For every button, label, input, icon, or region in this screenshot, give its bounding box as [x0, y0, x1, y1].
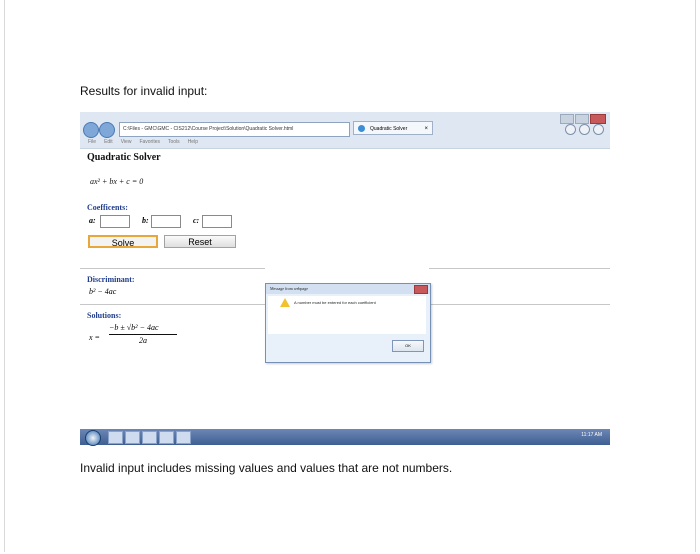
home-icon[interactable]: [565, 124, 576, 135]
solve-button[interactable]: Solve: [88, 235, 158, 248]
divider: [80, 268, 265, 269]
message-dialog: Message from webpage A number must be en…: [265, 283, 431, 363]
solution-denominator: 2a: [139, 336, 147, 345]
c-label: c:: [193, 216, 200, 225]
b-label: b:: [142, 216, 149, 225]
taskbar-media-icon[interactable]: [176, 431, 191, 444]
browser-chrome: C:\Files - GMC\GMC - CIS212\Course Proje…: [80, 112, 610, 149]
back-icon[interactable]: [83, 122, 99, 138]
menu-item-help[interactable]: Help: [188, 139, 198, 145]
menu-item-file[interactable]: File: [88, 139, 96, 145]
system-clock: 11:17 AM: [581, 432, 602, 438]
menu-item-edit[interactable]: Edit: [104, 139, 113, 145]
taskbar: 11:17 AM: [80, 429, 610, 446]
app-title: Quadratic Solver: [87, 152, 161, 163]
quadratic-formula: ax² + bx + c = 0: [90, 177, 144, 186]
favorites-icon[interactable]: [579, 124, 590, 135]
coefficient-inputs: a: b: c:: [89, 215, 249, 228]
page-heading: Results for invalid input:: [80, 84, 208, 98]
toolbar-icons: [565, 124, 604, 135]
discriminant-heading: Discriminant:: [87, 275, 135, 284]
solution-lhs: x =: [89, 333, 100, 342]
reset-button[interactable]: Reset: [164, 235, 236, 248]
solution-formula: x = −b ± √b² − 4ac 2a: [89, 323, 189, 353]
tab-close-icon[interactable]: ×: [424, 122, 428, 136]
dialog-message: A number must be entered for each coeffi…: [294, 300, 376, 305]
dialog-close-icon[interactable]: [414, 285, 428, 294]
menu-bar: File Edit View Favorites Tools Help: [88, 139, 198, 145]
settings-gear-icon[interactable]: [593, 124, 604, 135]
solution-numerator: −b ± √b² − 4ac: [109, 323, 159, 332]
page-content: Quadratic Solver ax² + bx + c = 0 Coeffi…: [80, 149, 610, 429]
c-input[interactable]: [202, 215, 232, 228]
taskbar-explorer-icon[interactable]: [108, 431, 123, 444]
address-bar[interactable]: C:\Files - GMC\GMC - CIS212\Course Proje…: [119, 122, 350, 137]
menu-item-tools[interactable]: Tools: [168, 139, 180, 145]
divider: [429, 268, 610, 269]
start-button-icon[interactable]: [85, 430, 101, 446]
taskbar-items: [108, 431, 191, 444]
page-icon: [358, 125, 365, 132]
footer-note: Invalid input includes missing values an…: [80, 461, 453, 475]
browser-screenshot: C:\Files - GMC\GMC - CIS212\Course Proje…: [80, 112, 610, 447]
menu-item-favorites[interactable]: Favorites: [139, 139, 160, 145]
a-input[interactable]: [100, 215, 130, 228]
browser-tab[interactable]: Quadratic Solver ×: [353, 121, 433, 135]
menu-item-view[interactable]: View: [121, 139, 132, 145]
forward-icon[interactable]: [99, 122, 115, 138]
fraction-bar: [109, 334, 177, 335]
warning-icon: [280, 298, 290, 307]
taskbar-browser-icon[interactable]: [125, 431, 140, 444]
taskbar-app-icon[interactable]: [159, 431, 174, 444]
discriminant-expression: b² − 4ac: [89, 287, 117, 296]
document-page: Results for invalid input: C:\Files - GM…: [0, 0, 700, 554]
solutions-heading: Solutions:: [87, 311, 122, 320]
dialog-title: Message from webpage: [266, 284, 430, 294]
taskbar-folder-icon[interactable]: [142, 431, 157, 444]
a-label: a:: [89, 216, 96, 225]
b-input[interactable]: [151, 215, 181, 228]
ok-button[interactable]: OK: [392, 340, 424, 352]
tab-title: Quadratic Solver: [370, 126, 408, 132]
coefficients-heading: Coefficents:: [87, 203, 128, 212]
navigation-row: C:\Files - GMC\GMC - CIS212\Course Proje…: [83, 121, 607, 138]
